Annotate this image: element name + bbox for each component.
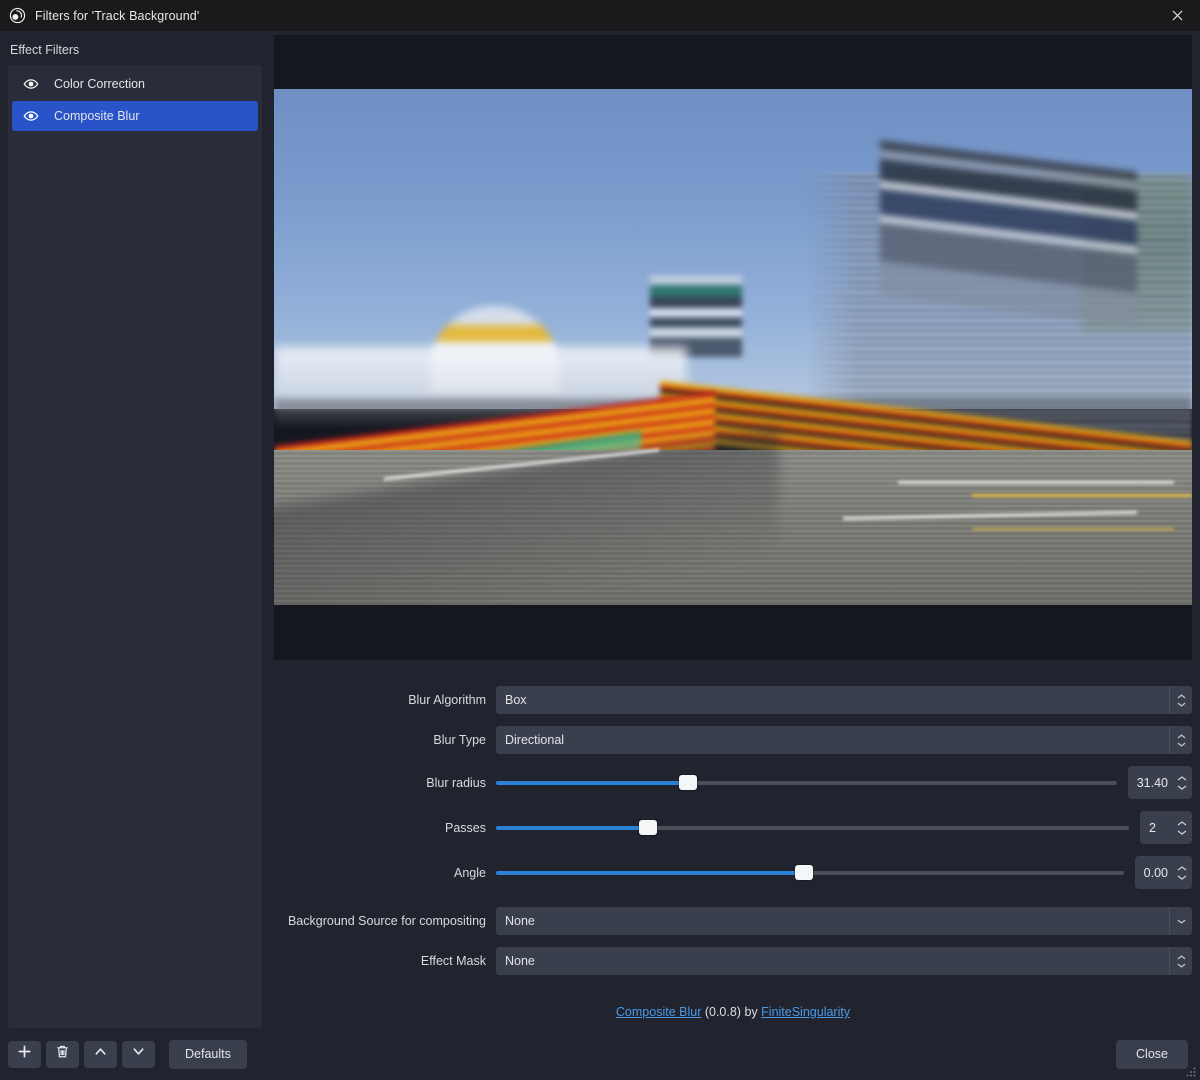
passes-value: 2 bbox=[1149, 820, 1156, 835]
blur-radius-spinbox[interactable]: 31.40 bbox=[1127, 766, 1192, 799]
row-blur-radius: Blur radius 31.40 bbox=[274, 766, 1192, 799]
angle-label: Angle bbox=[454, 865, 486, 880]
filter-item-label: Color Correction bbox=[54, 77, 146, 91]
preview-image bbox=[274, 89, 1192, 605]
effect-filters-label: Effect Filters bbox=[10, 43, 80, 57]
chevron-down-icon[interactable] bbox=[1169, 907, 1192, 935]
spinbox-arrows-icon[interactable] bbox=[1177, 775, 1187, 790]
spinbox-arrows-icon[interactable] bbox=[1177, 820, 1187, 835]
passes-slider[interactable] bbox=[496, 819, 1129, 837]
obs-logo-icon bbox=[9, 7, 26, 24]
blur-type-combobox[interactable]: Directional bbox=[496, 726, 1192, 754]
add-filter-button[interactable] bbox=[8, 1040, 41, 1068]
slider-fill bbox=[496, 825, 648, 830]
row-effect-mask: Effect Mask None bbox=[274, 947, 1192, 975]
passes-label: Passes bbox=[445, 820, 486, 835]
filter-settings-pane: Blur Algorithm Box Blur Type Directional bbox=[266, 31, 1200, 1028]
spinbox-arrows-icon[interactable] bbox=[1177, 865, 1187, 880]
window-title: Filters for 'Track Background' bbox=[35, 8, 200, 23]
row-blur-algorithm: Blur Algorithm Box bbox=[274, 686, 1192, 714]
move-filter-up-button[interactable] bbox=[84, 1040, 117, 1068]
filter-list-item-color-correction[interactable]: Color Correction bbox=[12, 69, 258, 99]
effect-filters-pane: Effect Filters Color Correction Composit… bbox=[0, 31, 266, 1028]
angle-value: 0.00 bbox=[1143, 865, 1168, 880]
blur-algorithm-value: Box bbox=[505, 693, 527, 707]
plugin-credit: Composite Blur (0.0.8) by FiniteSingular… bbox=[274, 1005, 1192, 1019]
chevron-down-icon bbox=[131, 1044, 146, 1064]
resize-grip-icon[interactable] bbox=[1185, 1065, 1197, 1077]
passes-spinbox[interactable]: 2 bbox=[1140, 811, 1192, 844]
angle-spinbox[interactable]: 0.00 bbox=[1134, 856, 1192, 889]
filter-list[interactable]: Color Correction Composite Blur bbox=[8, 65, 262, 1028]
dialog-body: Effect Filters Color Correction Composit… bbox=[0, 31, 1200, 1028]
defaults-button[interactable]: Defaults bbox=[169, 1039, 247, 1069]
chevron-updown-icon[interactable] bbox=[1169, 726, 1192, 754]
move-filter-down-button[interactable] bbox=[122, 1040, 155, 1068]
chevron-updown-icon[interactable] bbox=[1169, 947, 1192, 975]
blur-algorithm-label: Blur Algorithm bbox=[408, 693, 486, 707]
slider-fill bbox=[496, 780, 689, 785]
row-blur-type: Blur Type Directional bbox=[274, 726, 1192, 754]
slider-fill bbox=[496, 870, 804, 875]
plus-icon bbox=[17, 1044, 32, 1064]
filter-item-label: Composite Blur bbox=[54, 109, 140, 123]
plugin-version-text: (0.0.8) bbox=[704, 1005, 741, 1019]
chevron-up-icon bbox=[93, 1044, 108, 1064]
background-source-value: None bbox=[505, 914, 535, 928]
row-passes: Passes 2 bbox=[274, 811, 1192, 844]
eye-icon[interactable] bbox=[22, 75, 40, 93]
angle-slider[interactable] bbox=[496, 864, 1124, 882]
close-button[interactable]: Close bbox=[1116, 1039, 1188, 1069]
background-source-combobox[interactable]: None bbox=[496, 907, 1192, 935]
background-source-label: Background Source for compositing bbox=[287, 914, 486, 928]
effect-mask-label: Effect Mask bbox=[420, 954, 486, 968]
remove-filter-button[interactable] bbox=[46, 1040, 79, 1068]
filter-list-item-composite-blur[interactable]: Composite Blur bbox=[12, 101, 258, 131]
row-background-source: Background Source for compositing None bbox=[274, 907, 1192, 935]
blur-type-label: Blur Type bbox=[433, 733, 486, 747]
eye-icon[interactable] bbox=[22, 107, 40, 125]
effect-mask-combobox[interactable]: None bbox=[496, 947, 1192, 975]
properties-form: Blur Algorithm Box Blur Type Directional bbox=[266, 660, 1200, 1028]
slider-handle[interactable] bbox=[638, 820, 657, 835]
blur-type-value: Directional bbox=[505, 733, 565, 747]
author-link[interactable]: FiniteSingularity bbox=[761, 1005, 850, 1019]
filter-toolbar bbox=[8, 1040, 155, 1068]
credit-by: by bbox=[744, 1005, 758, 1019]
filters-dialog: Filters for 'Track Background' Effect Fi… bbox=[0, 0, 1200, 1080]
trash-icon bbox=[55, 1044, 70, 1064]
dialog-footer: Defaults Close bbox=[0, 1028, 1200, 1080]
slider-handle[interactable] bbox=[794, 865, 813, 880]
filter-preview bbox=[274, 35, 1192, 660]
blur-radius-slider[interactable] bbox=[496, 774, 1117, 792]
blur-radius-value: 31.40 bbox=[1136, 775, 1168, 790]
chevron-updown-icon[interactable] bbox=[1169, 686, 1192, 714]
row-angle: Angle 0.00 bbox=[274, 856, 1192, 889]
title-bar: Filters for 'Track Background' bbox=[0, 0, 1200, 31]
blur-radius-label: Blur radius bbox=[426, 775, 486, 790]
plugin-link[interactable]: Composite Blur bbox=[616, 1005, 701, 1019]
slider-handle[interactable] bbox=[679, 775, 698, 790]
window-close-icon[interactable] bbox=[1155, 0, 1200, 31]
effect-mask-value: None bbox=[505, 954, 535, 968]
blur-algorithm-combobox[interactable]: Box bbox=[496, 686, 1192, 714]
